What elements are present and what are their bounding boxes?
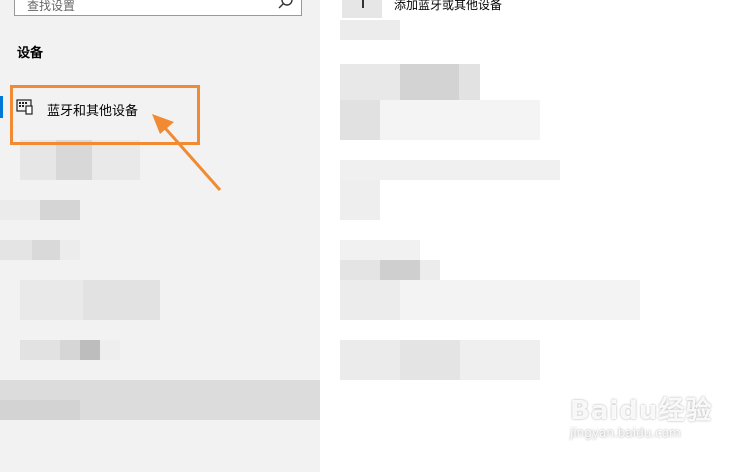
blurred-setting [340,160,560,180]
blurred-setting [340,180,380,220]
blurred-nav-item[interactable] [20,140,140,180]
blurred-setting [340,20,400,40]
add-device-label[interactable]: 添加蓝牙或其他设备 [394,0,502,13]
blurred-setting [340,64,480,102]
search-input[interactable]: 查找设置 [14,0,302,16]
watermark: Baidu经验 jingyan.baidu.com [570,390,730,460]
blurred-setting [340,340,540,380]
section-heading-devices: 设备 [17,46,44,61]
blurred-setting [340,260,440,280]
pointer-arrow-icon [152,114,222,191]
watermark-url: jingyan.baidu.com [570,426,681,440]
blurred-nav-item[interactable] [0,200,80,220]
blurred-nav-item[interactable] [20,280,160,320]
bluetooth-devices-icon [16,99,33,115]
watermark-brand: Baidu经验 [570,396,713,426]
add-icon[interactable] [342,0,382,18]
blurred-setting [340,280,640,320]
blurred-nav-item[interactable] [0,240,80,260]
blurred-nav-item[interactable] [0,400,80,420]
blurred-setting [340,100,540,140]
blurred-nav-item[interactable] [20,340,120,360]
blurred-setting [340,240,420,260]
nav-item-label: 蓝牙和其他设备 [47,104,139,119]
search-placeholder: 查找设置 [27,0,76,13]
selection-indicator [0,96,3,118]
search-icon[interactable] [277,0,295,11]
settings-nav-pane: 查找设置 设备 蓝牙和其他设备 [0,0,320,472]
